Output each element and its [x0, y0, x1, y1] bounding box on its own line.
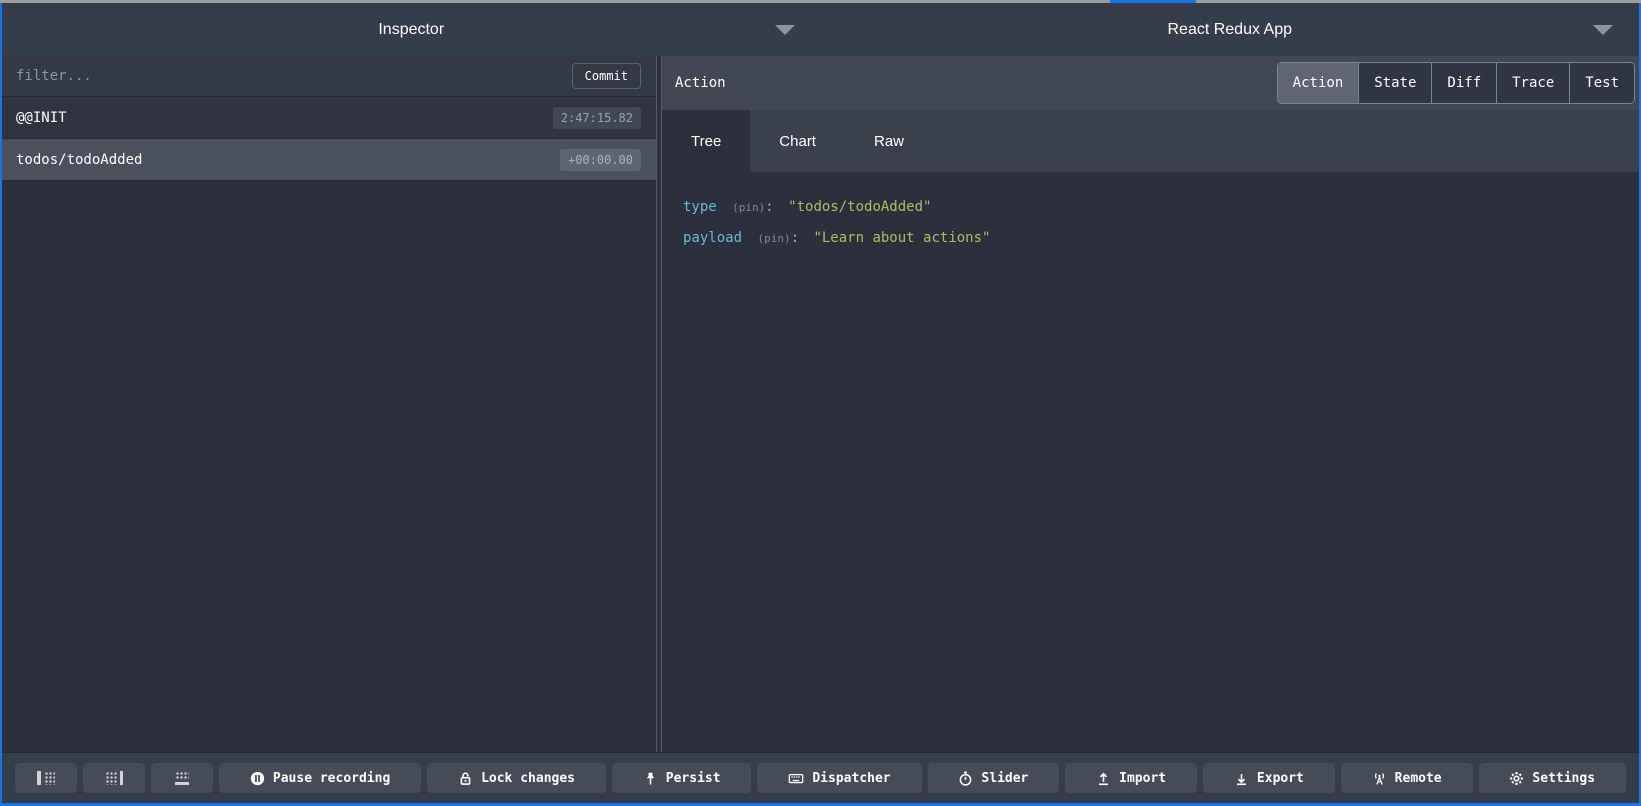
monitor-select-label: Inspector — [378, 21, 444, 39]
pin-link[interactable]: (pin) — [757, 232, 790, 245]
main-split: Commit @@INIT 2:47:15.82 todos/todoAdded… — [2, 56, 1639, 752]
button-label: Import — [1119, 771, 1166, 786]
remote-button[interactable]: Remote — [1341, 763, 1473, 793]
button-label: Persist — [666, 771, 721, 786]
tab-test[interactable]: Test — [1569, 63, 1634, 103]
button-label: Remote — [1395, 771, 1442, 786]
subtab-raw[interactable]: Raw — [845, 110, 933, 172]
lock-changes-button[interactable]: Lock changes — [427, 763, 606, 793]
settings-button[interactable]: Settings — [1479, 763, 1626, 793]
pause-recording-button[interactable]: Pause recording — [219, 763, 421, 793]
dock-right-button[interactable] — [83, 763, 145, 793]
tree-colon: : — [765, 199, 773, 215]
dock-bottom-icon — [173, 771, 191, 785]
action-detail-panel: Action Action State Diff Trace Test Tree… — [661, 56, 1639, 752]
window-border-top-accent — [1110, 0, 1196, 3]
pin-link[interactable]: (pin) — [732, 201, 765, 214]
slider-button[interactable]: Slider — [928, 763, 1060, 793]
lock-icon — [458, 771, 473, 786]
antenna-icon — [1372, 771, 1387, 786]
action-list-empty-area — [2, 181, 656, 752]
pause-icon — [250, 771, 265, 786]
pin-icon — [643, 771, 658, 786]
dock-left-icon — [37, 771, 55, 785]
tab-group: Action State Diff Trace Test — [1277, 62, 1635, 104]
persist-button[interactable]: Persist — [612, 763, 752, 793]
action-timestamp-badge: 2:47:15.82 — [553, 107, 641, 129]
dock-bottom-button[interactable] — [151, 763, 213, 793]
filter-input[interactable] — [2, 68, 572, 84]
action-list-item-init[interactable]: @@INIT 2:47:15.82 — [2, 97, 656, 139]
subtab-tree[interactable]: Tree — [662, 110, 750, 172]
action-timestamp-badge: +00:00.00 — [560, 149, 641, 171]
tab-action[interactable]: Action — [1278, 63, 1359, 103]
instance-select-label: React Redux App — [1167, 21, 1292, 39]
button-label: Dispatcher — [812, 771, 890, 786]
instance-select[interactable]: React Redux App — [821, 3, 1640, 56]
dock-left-button[interactable] — [15, 763, 77, 793]
chevron-down-icon — [775, 25, 795, 35]
chevron-down-icon — [1593, 25, 1613, 35]
json-tree-view: type (pin): "todos/todoAdded" payload (p… — [662, 172, 1639, 752]
subtab-chart[interactable]: Chart — [750, 110, 845, 172]
tree-row-payload: payload (pin): "Learn about actions" — [683, 223, 1639, 254]
filter-row: Commit — [2, 56, 656, 97]
button-label: Settings — [1532, 771, 1595, 786]
action-name: todos/todoAdded — [2, 152, 142, 168]
button-label: Lock changes — [481, 771, 575, 786]
gear-icon — [1509, 771, 1524, 786]
monitor-select[interactable]: Inspector — [2, 3, 821, 56]
tree-key[interactable]: type — [683, 199, 717, 215]
keyboard-icon — [788, 771, 804, 786]
button-label: Export — [1257, 771, 1304, 786]
window-border-top — [0, 0, 1641, 3]
subtab-bar: Tree Chart Raw — [662, 110, 1639, 172]
tree-value: "Learn about actions" — [813, 230, 990, 246]
tree-value: "todos/todoAdded" — [788, 199, 931, 215]
panel-title: Action — [675, 75, 726, 91]
tree-row-type: type (pin): "todos/todoAdded" — [683, 192, 1639, 223]
action-name: @@INIT — [2, 110, 67, 126]
button-label: Slider — [981, 771, 1028, 786]
window-border-left — [0, 3, 2, 806]
action-list-item-todo-added[interactable]: todos/todoAdded +00:00.00 — [2, 139, 656, 181]
import-button[interactable]: Import — [1065, 763, 1197, 793]
tab-trace[interactable]: Trace — [1496, 63, 1569, 103]
upload-icon — [1096, 771, 1111, 786]
export-button[interactable]: Export — [1203, 763, 1335, 793]
dispatcher-button[interactable]: Dispatcher — [757, 763, 921, 793]
tab-state[interactable]: State — [1358, 63, 1431, 103]
inspector-action-list-panel: Commit @@INIT 2:47:15.82 todos/todoAdded… — [2, 56, 657, 752]
download-icon — [1234, 771, 1249, 786]
detail-header-bar: Action Action State Diff Trace Test — [662, 56, 1639, 110]
commit-button[interactable]: Commit — [572, 63, 641, 89]
dock-right-icon — [105, 771, 123, 785]
tab-diff[interactable]: Diff — [1431, 63, 1496, 103]
tree-key[interactable]: payload — [683, 230, 742, 246]
bottom-toolbar: Pause recording Lock changes Persist Dis… — [2, 752, 1639, 803]
stopwatch-icon — [958, 771, 973, 786]
button-label: Pause recording — [273, 771, 390, 786]
top-header: Inspector React Redux App — [2, 3, 1639, 56]
tree-colon: : — [791, 230, 799, 246]
